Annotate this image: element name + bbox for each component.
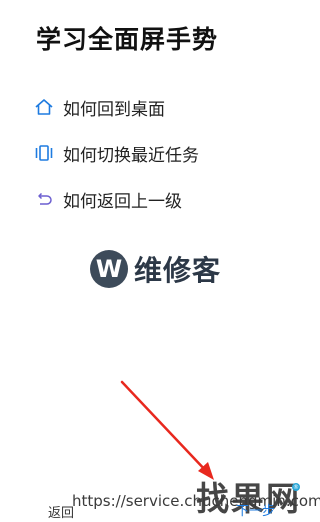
- back-button[interactable]: 返回: [48, 502, 74, 521]
- source-url-watermark: https://service.chuchengmin.com: [72, 492, 320, 510]
- next-button[interactable]: 下一步: [236, 500, 275, 519]
- red-arrow-annotation: [120, 380, 214, 480]
- registered-mark: ®: [292, 483, 300, 491]
